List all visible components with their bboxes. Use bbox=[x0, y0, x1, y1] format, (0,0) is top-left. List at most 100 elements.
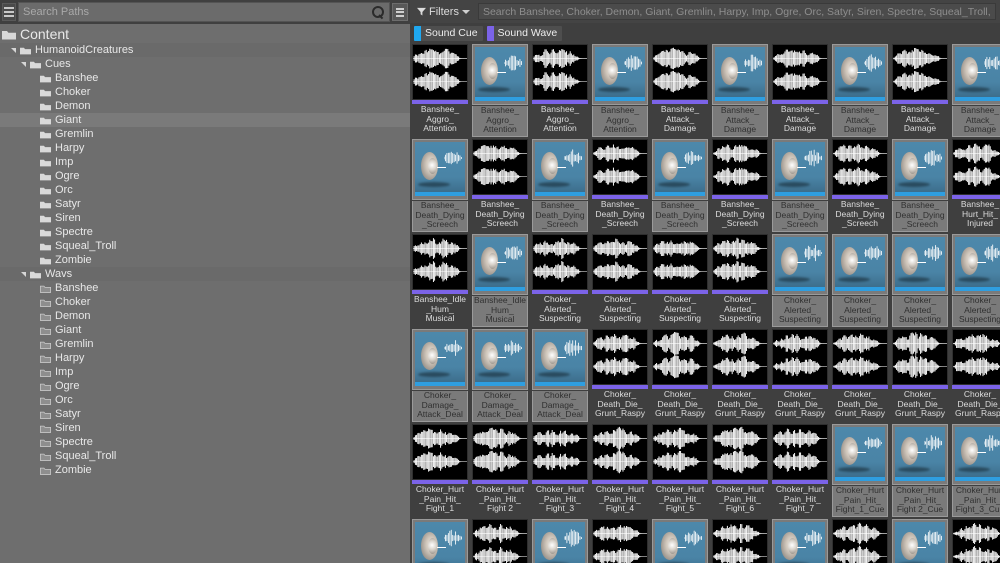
asset-tile[interactable]: Choker_Hurt_Pain_Hit_Fight 2_Cue bbox=[892, 424, 948, 517]
asset-tile[interactable]: Banshee_Death_Dying_Screech bbox=[892, 139, 948, 232]
tree-item-harpy[interactable]: Harpy bbox=[0, 351, 410, 365]
asset-thumbnail-selected[interactable] bbox=[832, 44, 888, 105]
asset-thumbnail-selected[interactable] bbox=[952, 234, 1000, 295]
asset-tile[interactable]: Choker_Alerted_Suspecting bbox=[892, 234, 948, 327]
asset-search-field[interactable] bbox=[478, 3, 996, 20]
asset-thumbnail-selected[interactable] bbox=[952, 44, 1000, 105]
list-view-icon[interactable] bbox=[392, 3, 408, 21]
asset-thumbnail-selected[interactable] bbox=[832, 234, 888, 295]
tree-item-demon[interactable]: Demon bbox=[0, 99, 410, 113]
asset-thumbnail-selected[interactable] bbox=[772, 139, 828, 200]
asset-tile[interactable]: Banshee_Aggro_Attention bbox=[592, 44, 648, 137]
tree-item-zombie[interactable]: Zombie bbox=[0, 463, 410, 477]
tree-item-squeal-troll[interactable]: Squeal_Troll bbox=[0, 449, 410, 463]
tree-item-ogre[interactable]: Ogre bbox=[0, 379, 410, 393]
asset-thumbnail-selected[interactable] bbox=[412, 329, 468, 390]
tree-item-banshee[interactable]: Banshee bbox=[0, 281, 410, 295]
search-paths-field[interactable] bbox=[18, 2, 390, 22]
asset-tile[interactable]: Banshee_Attack_Damage bbox=[832, 44, 888, 137]
asset-tile[interactable] bbox=[712, 519, 768, 563]
asset-tile[interactable]: Choker_Alerted_Suspecting bbox=[832, 234, 888, 327]
asset-tile[interactable]: Banshee_Idle_Hum_Musical bbox=[472, 234, 528, 327]
tree-item-gremlin[interactable]: Gremlin bbox=[0, 337, 410, 351]
tree-item-choker[interactable]: Choker bbox=[0, 85, 410, 99]
tree-item-spectre[interactable]: Spectre bbox=[0, 225, 410, 239]
tree-item-choker[interactable]: Choker bbox=[0, 295, 410, 309]
tree-item-spectre[interactable]: Spectre bbox=[0, 435, 410, 449]
asset-thumbnail-selected[interactable] bbox=[652, 519, 708, 563]
filter-chip-sound-cue[interactable]: Sound Cue bbox=[414, 26, 483, 41]
tree-item-zombie[interactable]: Zombie bbox=[0, 253, 410, 267]
asset-thumbnail-selected[interactable] bbox=[412, 519, 468, 563]
tree-item-orc[interactable]: Orc bbox=[0, 183, 410, 197]
hamburger-icon[interactable] bbox=[2, 3, 16, 21]
tree-item-ogre[interactable]: Ogre bbox=[0, 169, 410, 183]
tree-item-giant[interactable]: Giant bbox=[0, 113, 410, 127]
asset-thumbnail-selected[interactable] bbox=[472, 44, 528, 105]
asset-tile[interactable] bbox=[772, 519, 828, 563]
asset-tile[interactable]: Choker_Damage_Attack_Deal bbox=[532, 329, 588, 422]
asset-tile[interactable]: Choker_Hurt_Pain_Hit_Fight_1_Cue bbox=[832, 424, 888, 517]
asset-thumbnail-selected[interactable] bbox=[772, 234, 828, 295]
asset-tile[interactable]: Choker_Alerted_Suspecting bbox=[952, 234, 1000, 327]
asset-grid[interactable]: Banshee_Aggro_Attention Banshee_Aggro_At… bbox=[410, 44, 1000, 563]
asset-thumbnail-selected[interactable] bbox=[712, 44, 768, 105]
asset-thumbnail-selected[interactable] bbox=[952, 424, 1000, 485]
asset-tile[interactable]: Banshee_Aggro_Attention bbox=[472, 44, 528, 137]
asset-tile[interactable]: Banshee_Attack_Damage bbox=[712, 44, 768, 137]
asset-tile[interactable] bbox=[532, 519, 588, 563]
asset-tile[interactable]: Banshee_Death_Dying_Screech bbox=[652, 139, 708, 232]
asset-tile[interactable]: Banshee_Death_Dying_Screech bbox=[412, 139, 468, 232]
asset-tile[interactable]: Choker_Alerted_Suspecting bbox=[772, 234, 828, 327]
tree-item-humanoidcreatures[interactable]: HumanoidCreatures bbox=[0, 43, 410, 57]
tree-item-satyr[interactable]: Satyr bbox=[0, 407, 410, 421]
asset-thumbnail-selected[interactable] bbox=[412, 139, 468, 200]
tree-item-squeal-troll[interactable]: Squeal_Troll bbox=[0, 239, 410, 253]
asset-tile[interactable]: Choker_Damage_Attack_Deal bbox=[412, 329, 468, 422]
asset-thumbnail-selected[interactable] bbox=[532, 329, 588, 390]
asset-tile[interactable]: Banshee_Attack_Damage bbox=[952, 44, 1000, 137]
filters-button[interactable]: Filters bbox=[414, 5, 473, 19]
asset-thumbnail-selected[interactable] bbox=[532, 519, 588, 563]
asset-tile[interactable] bbox=[472, 519, 528, 563]
tree-item-cues[interactable]: Cues bbox=[0, 57, 410, 71]
asset-tile[interactable]: Choker_Hurt_Pain_Hit_Fight_3_Cue bbox=[952, 424, 1000, 517]
tree-item-orc[interactable]: Orc bbox=[0, 393, 410, 407]
tree-item-imp[interactable]: Imp bbox=[0, 365, 410, 379]
filter-chip-sound-wave[interactable]: Sound Wave bbox=[487, 26, 563, 41]
search-paths-input[interactable] bbox=[23, 6, 371, 18]
asset-tile[interactable] bbox=[592, 519, 648, 563]
asset-search-input[interactable] bbox=[483, 6, 991, 18]
tree-item-gremlin[interactable]: Gremlin bbox=[0, 127, 410, 141]
asset-thumbnail-selected[interactable] bbox=[892, 519, 948, 563]
tree-item-imp[interactable]: Imp bbox=[0, 155, 410, 169]
asset-tile[interactable]: Choker_Damage_Attack_Deal bbox=[472, 329, 528, 422]
asset-tile[interactable] bbox=[652, 519, 708, 563]
asset-thumbnail-selected[interactable] bbox=[892, 234, 948, 295]
tree-item-wavs[interactable]: Wavs bbox=[0, 267, 410, 281]
asset-thumbnail-selected[interactable] bbox=[592, 44, 648, 105]
tree-item-siren[interactable]: Siren bbox=[0, 211, 410, 225]
asset-thumbnail-selected[interactable] bbox=[892, 139, 948, 200]
asset-thumbnail-selected[interactable] bbox=[472, 234, 528, 295]
asset-tile[interactable]: Banshee_Death_Dying_Screech bbox=[532, 139, 588, 232]
asset-thumbnail-selected[interactable] bbox=[832, 424, 888, 485]
tree-item-giant[interactable]: Giant bbox=[0, 323, 410, 337]
asset-tile[interactable] bbox=[952, 519, 1000, 563]
asset-tile[interactable] bbox=[892, 519, 948, 563]
asset-tile[interactable] bbox=[412, 519, 468, 563]
tree-item-harpy[interactable]: Harpy bbox=[0, 141, 410, 155]
asset-thumbnail-selected[interactable] bbox=[772, 519, 828, 563]
asset-thumbnail-selected[interactable] bbox=[652, 139, 708, 200]
tree-item-siren[interactable]: Siren bbox=[0, 421, 410, 435]
expand-arrow-icon[interactable] bbox=[10, 46, 19, 55]
tree-item-banshee[interactable]: Banshee bbox=[0, 71, 410, 85]
tree-item-demon[interactable]: Demon bbox=[0, 309, 410, 323]
asset-thumbnail-selected[interactable] bbox=[892, 424, 948, 485]
asset-tile[interactable] bbox=[832, 519, 888, 563]
tree-item-content[interactable]: Content bbox=[0, 25, 410, 43]
asset-thumbnail-selected[interactable] bbox=[472, 329, 528, 390]
folder-tree[interactable]: Content HumanoidCreatures Cues Banshee C… bbox=[0, 24, 410, 563]
expand-arrow-icon[interactable] bbox=[20, 60, 29, 69]
tree-item-satyr[interactable]: Satyr bbox=[0, 197, 410, 211]
